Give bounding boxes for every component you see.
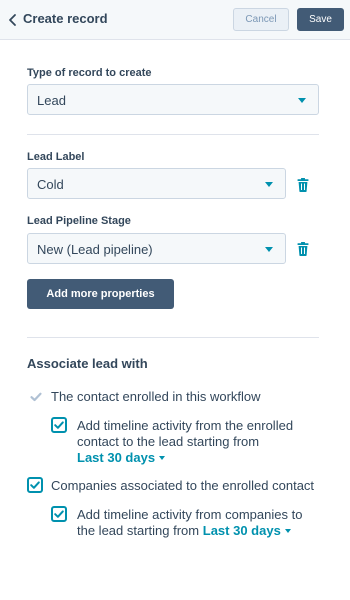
record-type-label: Type of record to create — [27, 67, 152, 79]
back-chevron-icon[interactable] — [6, 12, 20, 28]
chevron-down-icon — [284, 529, 291, 533]
contact-checkbox-label: The contact enrolled in this workflow — [51, 389, 261, 404]
companies-checkbox-label: Companies associated to the enrolled con… — [51, 478, 315, 493]
lead-pipeline-stage-select[interactable]: New (Lead pipeline) — [27, 233, 286, 264]
contact-timeline-checkbox[interactable] — [51, 417, 67, 433]
companies-timeline-range-dropdown[interactable]: Last 30 days — [203, 523, 291, 538]
associate-section-title: Associate lead with — [27, 356, 148, 371]
add-more-properties-button[interactable]: Add more properties — [27, 279, 174, 309]
chevron-down-icon — [265, 247, 273, 252]
trash-icon[interactable] — [297, 178, 309, 192]
contact-timeline-text: Add timeline activity from the enrolled … — [77, 418, 294, 449]
chevron-down-icon — [159, 456, 166, 460]
companies-timeline-checkbox[interactable] — [51, 506, 67, 522]
chevron-down-icon — [265, 182, 273, 187]
lead-pipeline-stage-label: Lead Pipeline Stage — [27, 215, 131, 227]
companies-timeline-label: Add timeline activity from companies to … — [77, 507, 322, 539]
record-type-select[interactable]: Lead — [27, 84, 319, 115]
save-button[interactable]: Save — [297, 8, 344, 31]
divider — [27, 134, 319, 135]
contact-timeline-range-value: Last 30 days — [77, 450, 156, 465]
chevron-down-icon — [298, 98, 306, 103]
record-type-value: Lead — [37, 93, 66, 108]
contact-checkbox — [28, 389, 44, 405]
lead-label-value: Cold — [37, 177, 64, 192]
contact-timeline-range-dropdown[interactable]: Last 30 days — [77, 450, 166, 465]
lead-pipeline-stage-value: New (Lead pipeline) — [37, 242, 153, 257]
companies-checkbox[interactable] — [27, 477, 43, 493]
cancel-button[interactable]: Cancel — [233, 8, 289, 31]
lead-label-select[interactable]: Cold — [27, 168, 286, 199]
lead-label-label: Lead Label — [27, 151, 85, 163]
page-title: Create record — [23, 11, 108, 26]
divider — [27, 337, 319, 338]
panel-header: Create record Cancel Save — [0, 0, 350, 40]
companies-timeline-range-value: Last 30 days — [202, 523, 281, 538]
contact-timeline-label: Add timeline activity from the enrolled … — [77, 418, 322, 466]
trash-icon[interactable] — [297, 242, 309, 256]
